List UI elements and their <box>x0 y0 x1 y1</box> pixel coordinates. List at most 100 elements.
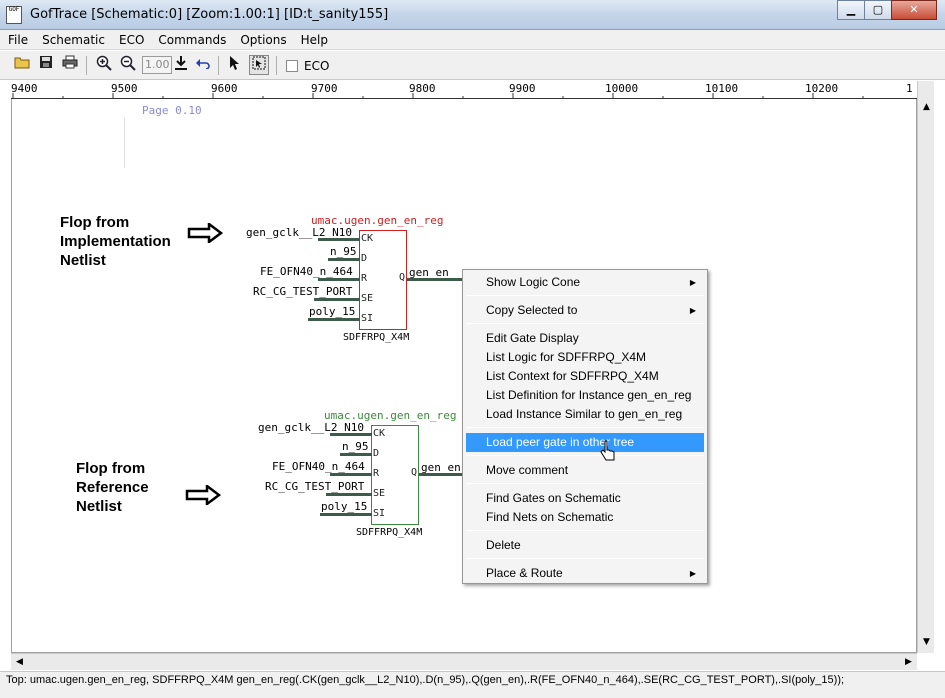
menu-item-delete[interactable]: Delete <box>466 536 704 555</box>
net-label: RC_CG_TEST_PORT <box>265 480 365 493</box>
menu-separator <box>466 295 704 296</box>
menu-bar: File Schematic ECO Commands Options Help <box>0 30 945 50</box>
net-wire <box>330 433 372 436</box>
page-label: Page 0.10 <box>142 104 202 117</box>
pin-label: SE <box>361 293 374 304</box>
submenu-arrow-icon: ▶ <box>689 306 696 315</box>
scroll-left-icon[interactable]: ◀ <box>11 654 28 671</box>
menu-item-find-gates[interactable]: Find Gates on Schematic <box>466 489 704 508</box>
pin-label: SE <box>373 488 386 499</box>
app-icon: GOF <box>6 6 22 24</box>
pin-label: Q <box>399 272 406 283</box>
maximize-button[interactable]: ▢ <box>864 0 892 20</box>
pin-label: CK <box>373 428 386 439</box>
menu-separator <box>466 455 704 456</box>
pin-label: SI <box>373 508 386 519</box>
gate-cell-name: SDFFRPQ_X4M <box>356 527 423 538</box>
print-icon[interactable] <box>60 55 80 75</box>
scroll-down-icon[interactable]: ▼ <box>918 634 935 651</box>
pointer-icon[interactable] <box>225 55 245 75</box>
menu-help[interactable]: Help <box>301 33 328 47</box>
menu-commands[interactable]: Commands <box>158 33 226 47</box>
pin-label: Q <box>411 467 418 478</box>
close-button[interactable]: ✕ <box>891 0 937 20</box>
menu-separator <box>466 323 704 324</box>
open-folder-icon[interactable] <box>12 55 32 75</box>
net-wire <box>308 318 360 321</box>
select-area-icon[interactable] <box>249 55 269 75</box>
gate-cell-name: SDFFRPQ_X4M <box>343 332 410 343</box>
menu-item-find-nets[interactable]: Find Nets on Schematic <box>466 508 704 527</box>
annotation-reference: Flop from Reference Netlist <box>76 460 149 515</box>
toolbar-separator <box>276 56 277 75</box>
menu-item-list-definition[interactable]: List Definition for Instance gen_en_reg <box>466 386 704 405</box>
right-arrow-icon <box>185 485 221 505</box>
net-label: FE_OFN40_n_464 <box>260 265 353 278</box>
toolbar-separator <box>218 56 219 75</box>
right-arrow-icon <box>187 223 223 243</box>
menu-eco[interactable]: ECO <box>119 33 144 47</box>
page-border-line <box>124 118 125 168</box>
save-icon[interactable] <box>36 55 56 75</box>
eco-checkbox-label: ECO <box>304 59 330 73</box>
net-wire <box>419 473 463 476</box>
zoom-out-icon[interactable] <box>118 55 138 75</box>
ruler-ticks <box>12 93 864 98</box>
net-wire <box>318 238 360 241</box>
menu-schematic[interactable]: Schematic <box>42 33 105 47</box>
minimize-button[interactable]: ▁ <box>837 0 865 20</box>
pin-label: CK <box>361 233 374 244</box>
pin-label: SI <box>361 313 374 324</box>
menu-item-copy-selected-to[interactable]: Copy Selected to ▶ <box>466 301 704 320</box>
net-wire <box>328 258 360 261</box>
net-wire <box>330 473 372 476</box>
window-title: GofTrace [Schematic:0] [Zoom:1.00:1] [ID… <box>30 7 389 22</box>
menu-item-edit-gate-display[interactable]: Edit Gate Display <box>466 329 704 348</box>
menu-options[interactable]: Options <box>240 33 286 47</box>
menu-separator <box>466 530 704 531</box>
status-bar: Top: umac.ugen.gen_en_reg, SDFFRPQ_X4M g… <box>0 671 945 698</box>
net-wire <box>318 278 360 281</box>
menu-item-list-logic[interactable]: List Logic for SDFFRPQ_X4M <box>466 348 704 367</box>
menu-item-place-route[interactable]: Place & Route ▶ <box>466 564 704 583</box>
submenu-arrow-icon: ▶ <box>689 278 696 287</box>
menu-file[interactable]: File <box>8 33 28 47</box>
net-label: FE_OFN40_n_464 <box>272 460 365 473</box>
net-wire <box>326 493 372 496</box>
menu-item-load-peer-gate[interactable]: Load peer gate in other tree <box>466 433 704 452</box>
menu-item-show-logic-cone[interactable]: Show Logic Cone ▶ <box>466 273 704 292</box>
window-controls: ▁ ▢ ✕ <box>837 0 937 20</box>
net-label: poly_15 <box>321 500 368 513</box>
download-icon[interactable] <box>171 55 191 75</box>
hand-cursor-icon <box>600 440 615 461</box>
menu-item-list-context[interactable]: List Context for SDFFRPQ_X4M <box>466 367 704 386</box>
menu-separator <box>466 427 704 428</box>
menu-item-move-comment[interactable]: Move comment <box>466 461 704 480</box>
pin-label: D <box>373 448 380 459</box>
menu-separator <box>466 558 704 559</box>
vertical-scrollbar[interactable]: ▲ ▼ <box>917 81 934 653</box>
zoom-level-field[interactable]: 1.00 <box>142 56 172 74</box>
menu-item-load-instance-similar[interactable]: Load Instance Similar to gen_en_reg <box>466 405 704 424</box>
pin-label: R <box>373 468 380 479</box>
toolbar-separator <box>86 56 87 75</box>
eco-checkbox[interactable] <box>286 60 298 72</box>
horizontal-scrollbar[interactable]: ◀ ▶ <box>11 653 917 670</box>
undo-icon[interactable] <box>193 55 213 75</box>
net-wire <box>340 453 372 456</box>
toolbar: 1.00 ECO <box>0 51 945 80</box>
pin-label: R <box>361 273 368 284</box>
pin-label: D <box>361 253 368 264</box>
zoom-in-icon[interactable] <box>94 55 114 75</box>
menu-separator <box>466 483 704 484</box>
net-label: poly_15 <box>309 305 356 318</box>
coordinate-ruler: 9400 9500 9600 9700 9800 9900 10000 1010… <box>11 81 917 99</box>
net-label: n_95 <box>330 245 357 258</box>
net-label: n_95 <box>342 440 369 453</box>
title-bar: GOF GofTrace [Schematic:0] [Zoom:1.00:1]… <box>0 0 945 30</box>
net-wire <box>407 278 463 281</box>
scroll-right-icon[interactable]: ▶ <box>900 654 917 671</box>
scroll-up-icon[interactable]: ▲ <box>918 99 935 116</box>
net-label: RC_CG_TEST_PORT <box>253 285 353 298</box>
context-menu: Show Logic Cone ▶ Copy Selected to ▶ Edit … <box>462 269 708 584</box>
